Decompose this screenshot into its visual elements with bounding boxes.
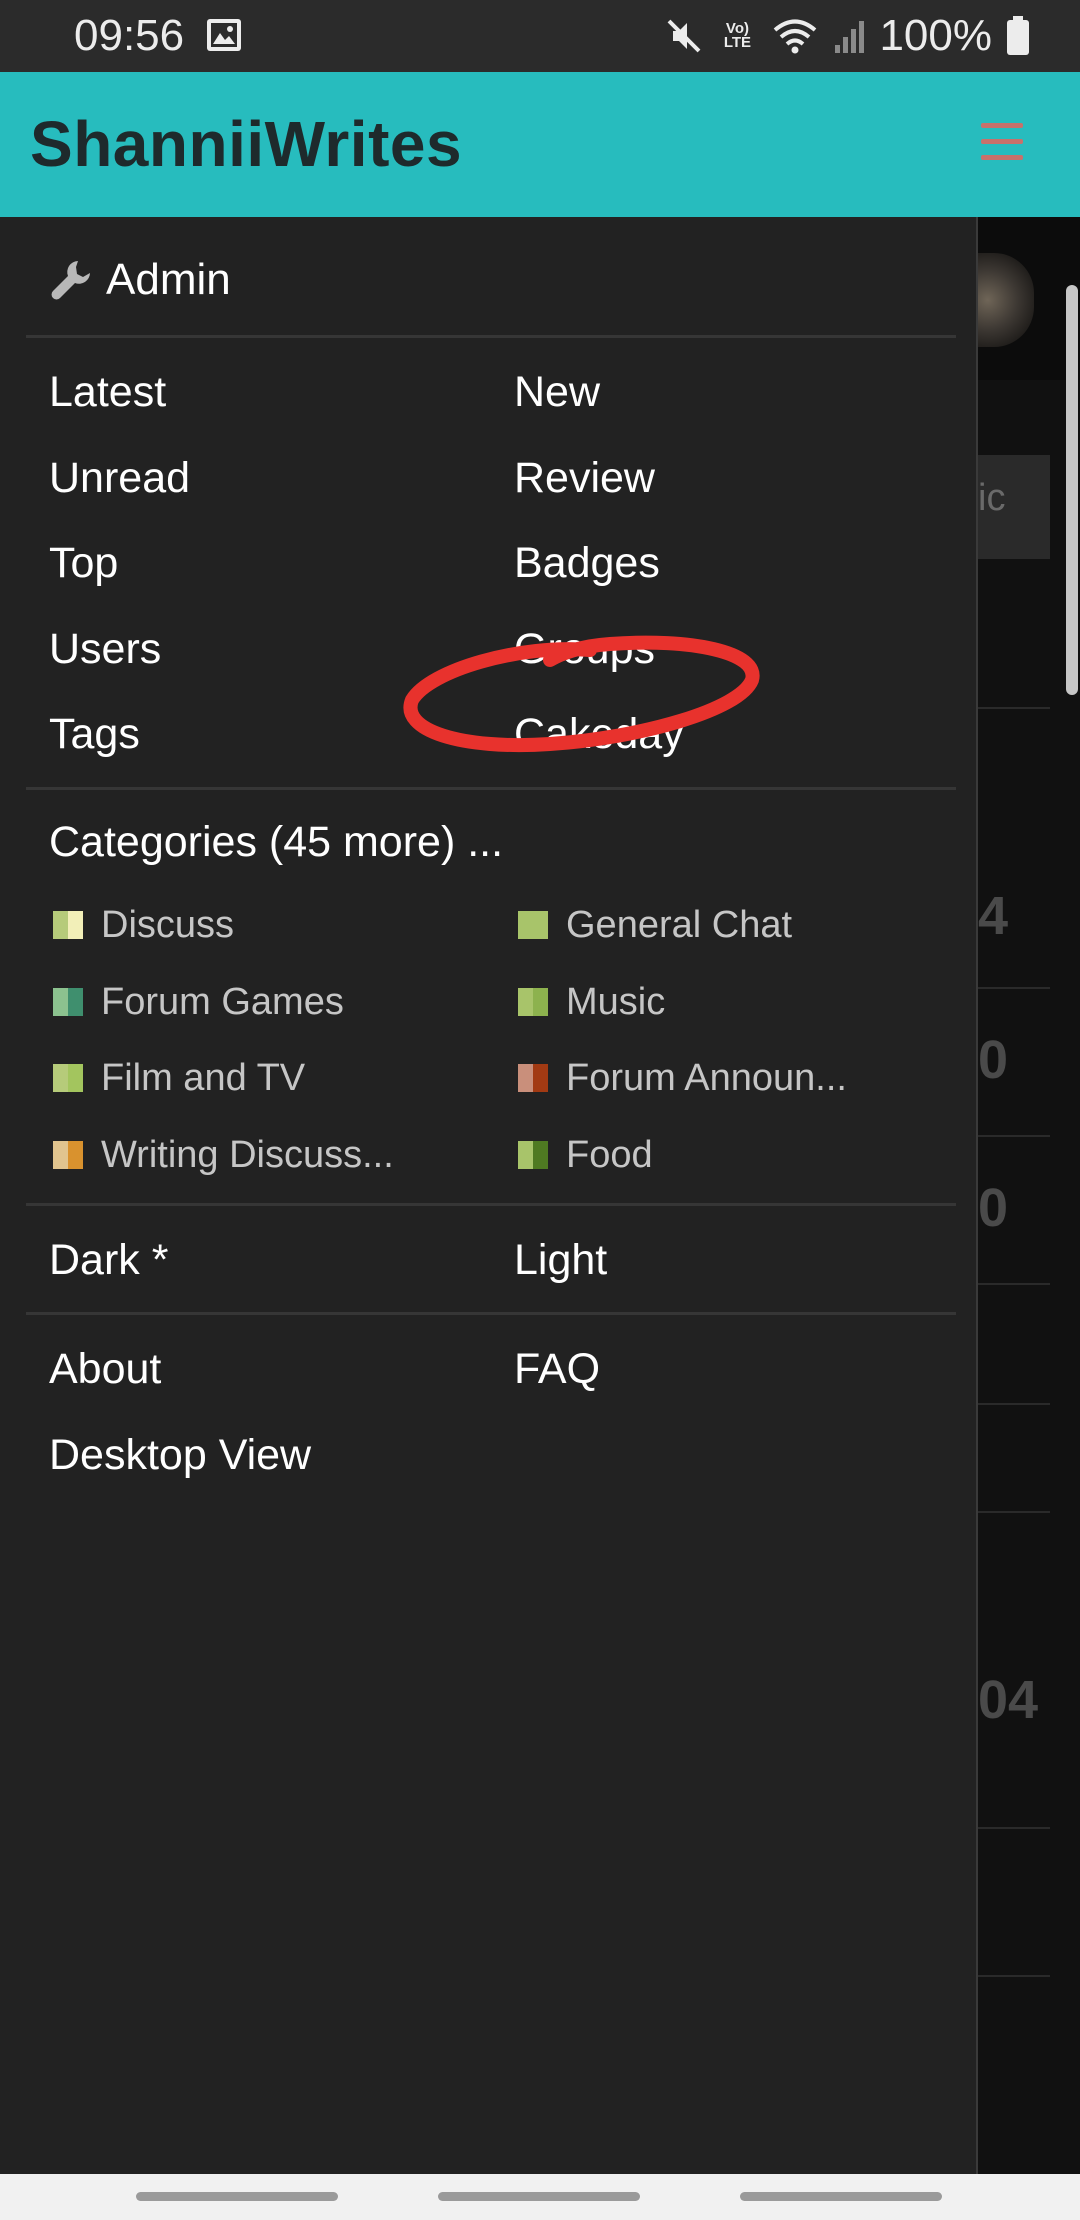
row-divider xyxy=(978,1403,1050,1405)
volte-icon: Vo) LTE xyxy=(723,20,752,51)
battery-percent: 100% xyxy=(879,11,992,60)
row-divider xyxy=(978,987,1050,989)
category-color-swatch xyxy=(53,911,83,939)
status-time: 09:56 xyxy=(74,11,185,60)
theme-light-link[interactable]: Light xyxy=(514,1235,607,1285)
nav-link-review[interactable]: Review xyxy=(514,453,655,503)
category-label: Forum Games xyxy=(101,981,344,1023)
system-nav-bar xyxy=(0,2174,1080,2220)
admin-label: Admin xyxy=(106,255,231,304)
desktop-view-link[interactable]: Desktop View xyxy=(49,1430,311,1480)
battery-icon xyxy=(1007,16,1029,55)
scrollbar[interactable] xyxy=(1066,285,1078,695)
category-film-and-tv[interactable]: Film and TV xyxy=(53,1055,305,1101)
category-label: Discuss xyxy=(101,904,235,946)
category-label: General Chat xyxy=(566,904,793,946)
category-music[interactable]: Music xyxy=(518,979,665,1025)
recents-button[interactable] xyxy=(136,2192,338,2201)
status-bar: 09:56 Vo) LTE 100% xyxy=(0,0,1080,72)
site-title[interactable]: ShanniiWrites xyxy=(30,108,462,180)
row-divider xyxy=(978,1975,1050,1977)
image-notification-icon xyxy=(207,19,241,51)
category-food[interactable]: Food xyxy=(518,1132,653,1178)
divider xyxy=(26,335,956,338)
divider xyxy=(26,787,956,790)
user-avatar[interactable] xyxy=(976,253,1034,347)
red-annotation-circle xyxy=(403,635,760,753)
navigation-drawer: Admin Latest Unread Top Users Tags New R… xyxy=(0,217,978,2174)
theme-dark-link[interactable]: Dark * xyxy=(49,1235,168,1285)
category-label: Film and TV xyxy=(101,1057,306,1099)
category-discuss[interactable]: Discuss xyxy=(53,902,234,948)
row-divider xyxy=(978,1511,1050,1513)
admin-link[interactable]: Admin xyxy=(48,255,231,305)
nav-link-new[interactable]: New xyxy=(514,367,600,417)
nav-link-badges[interactable]: Badges xyxy=(514,538,660,588)
site-header: ShanniiWrites xyxy=(0,72,1080,217)
signal-icon xyxy=(835,21,865,53)
nav-link-top[interactable]: Top xyxy=(49,538,118,588)
category-color-swatch xyxy=(53,1141,83,1169)
back-button[interactable] xyxy=(740,2192,942,2201)
nav-link-latest[interactable]: Latest xyxy=(49,367,166,417)
category-label: Writing Discuss... xyxy=(101,1134,394,1176)
mute-icon xyxy=(668,19,701,53)
category-color-swatch xyxy=(518,988,548,1016)
category-label: Music xyxy=(566,981,666,1023)
faq-link[interactable]: FAQ xyxy=(514,1344,600,1394)
topic-count: 0 xyxy=(978,1030,1009,1090)
hamburger-menu-icon[interactable] xyxy=(981,123,1023,161)
wifi-icon xyxy=(774,19,817,54)
category-forum-announcements[interactable]: Forum Announ... xyxy=(518,1055,847,1101)
category-label: Food xyxy=(566,1134,653,1176)
category-writing-discussion[interactable]: Writing Discuss... xyxy=(53,1132,394,1178)
categories-heading[interactable]: Categories (45 more) ... xyxy=(49,817,503,867)
category-color-swatch xyxy=(518,1064,548,1092)
category-forum-games[interactable]: Forum Games xyxy=(53,979,344,1025)
category-general-chat[interactable]: General Chat xyxy=(518,902,792,948)
nav-link-unread[interactable]: Unread xyxy=(49,453,190,503)
background-page: ic 4 0 0 04 xyxy=(976,217,1080,2174)
row-divider xyxy=(978,707,1050,709)
row-divider xyxy=(978,1283,1050,1285)
category-color-swatch xyxy=(518,1141,548,1169)
category-color-swatch xyxy=(53,988,83,1016)
category-color-swatch xyxy=(518,911,548,939)
category-label: Forum Announ... xyxy=(566,1057,847,1099)
topic-count: 4 xyxy=(978,886,1009,946)
nav-link-tags[interactable]: Tags xyxy=(49,709,140,759)
background-button[interactable]: ic xyxy=(978,455,1050,559)
topic-count: 0 xyxy=(978,1178,1009,1238)
category-color-swatch xyxy=(53,1064,83,1092)
topic-count: 04 xyxy=(978,1670,1039,1730)
home-button[interactable] xyxy=(438,2192,640,2201)
divider xyxy=(26,1312,956,1315)
background-button-label: ic xyxy=(978,477,1006,519)
nav-link-users[interactable]: Users xyxy=(49,624,161,674)
background-topbar xyxy=(976,217,1080,380)
about-link[interactable]: About xyxy=(49,1344,161,1394)
row-divider xyxy=(978,1827,1050,1829)
row-divider xyxy=(978,1135,1050,1137)
divider xyxy=(26,1203,956,1206)
wrench-icon xyxy=(51,261,90,300)
